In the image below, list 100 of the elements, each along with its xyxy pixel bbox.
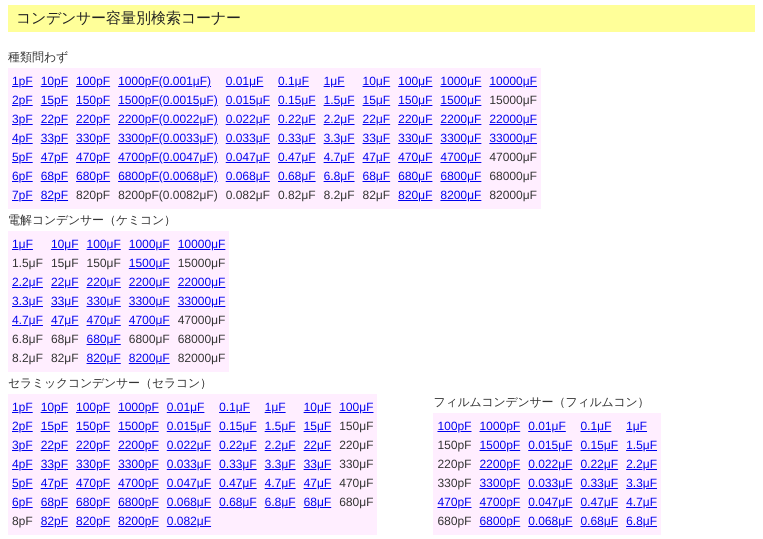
capacitance-link[interactable]: 4pF	[12, 457, 33, 471]
capacitance-link[interactable]: 0.47μF	[278, 150, 316, 164]
capacitance-link[interactable]: 1000pF	[118, 400, 159, 414]
capacitance-link[interactable]: 33μF	[50, 294, 79, 308]
capacitance-link[interactable]: 6pF	[12, 495, 33, 509]
capacitance-link[interactable]: 0.33μF	[278, 131, 316, 145]
capacitance-link[interactable]: 1.5μF	[626, 438, 658, 452]
capacitance-link[interactable]: 4.7μF	[324, 150, 355, 164]
capacitance-link[interactable]: 220pF	[76, 112, 110, 126]
capacitance-link[interactable]: 10000μF	[489, 74, 537, 88]
capacitance-link[interactable]: 2.2μF	[12, 275, 43, 289]
capacitance-link[interactable]: 0.033μF	[166, 457, 212, 471]
capacitance-link[interactable]: 0.1μF	[278, 74, 309, 88]
capacitance-link[interactable]: 3300μF	[128, 294, 170, 308]
capacitance-link[interactable]: 1μF	[626, 419, 648, 433]
capacitance-link[interactable]: 8200pF	[118, 514, 159, 528]
capacitance-link[interactable]: 1500pF	[480, 438, 520, 452]
capacitance-link[interactable]: 0.047μF	[166, 476, 212, 490]
capacitance-link[interactable]: 150pF	[76, 419, 110, 433]
capacitance-link[interactable]: 3300pF	[480, 476, 520, 490]
capacitance-link[interactable]: 68μF	[362, 169, 390, 183]
capacitance-link[interactable]: 330μF	[86, 294, 121, 308]
capacitance-link[interactable]: 47μF	[50, 313, 79, 327]
capacitance-link[interactable]: 3.3μF	[264, 457, 296, 471]
capacitance-link[interactable]: 3.3μF	[324, 131, 355, 145]
capacitance-link[interactable]: 82pF	[40, 188, 68, 202]
capacitance-link[interactable]: 4.7μF	[264, 476, 296, 490]
capacitance-link[interactable]: 0.1μF	[580, 419, 612, 433]
capacitance-link[interactable]: 4700pF	[118, 476, 159, 490]
capacitance-link[interactable]: 220μF	[398, 112, 432, 126]
capacitance-link[interactable]: 6.8μF	[264, 495, 296, 509]
capacitance-link[interactable]: 10pF	[40, 74, 68, 88]
capacitance-link[interactable]: 0.01μF	[166, 400, 204, 414]
capacitance-link[interactable]: 0.022μF	[226, 112, 270, 126]
capacitance-link[interactable]: 47μF	[304, 476, 332, 490]
capacitance-link[interactable]: 0.082μF	[166, 514, 212, 528]
capacitance-link[interactable]: 220μF	[86, 275, 121, 289]
capacitance-link[interactable]: 22μF	[362, 112, 390, 126]
capacitance-link[interactable]: 4700pF	[480, 495, 520, 509]
capacitance-link[interactable]: 15pF	[40, 93, 68, 107]
capacitance-link[interactable]: 2pF	[12, 419, 33, 433]
capacitance-link[interactable]: 0.015μF	[226, 93, 270, 107]
capacitance-link[interactable]: 0.68μF	[278, 169, 316, 183]
capacitance-link[interactable]: 3.3μF	[12, 294, 43, 308]
capacitance-link[interactable]: 0.47μF	[580, 495, 618, 509]
capacitance-link[interactable]: 330pF	[76, 131, 110, 145]
capacitance-link[interactable]: 0.15μF	[219, 419, 257, 433]
capacitance-link[interactable]: 68pF	[40, 495, 68, 509]
capacitance-link[interactable]: 470μF	[398, 150, 432, 164]
capacitance-link[interactable]: 0.15μF	[278, 93, 316, 107]
capacitance-link[interactable]: 100μF	[86, 237, 121, 251]
capacitance-link[interactable]: 100pF	[76, 74, 110, 88]
capacitance-link[interactable]: 4pF	[12, 131, 33, 145]
capacitance-link[interactable]: 0.022μF	[166, 438, 212, 452]
capacitance-link[interactable]: 330μF	[398, 131, 432, 145]
capacitance-link[interactable]: 22μF	[304, 438, 332, 452]
capacitance-link[interactable]: 0.068μF	[226, 169, 270, 183]
capacitance-link[interactable]: 2200pF	[480, 457, 520, 471]
capacitance-link[interactable]: 47pF	[40, 476, 68, 490]
capacitance-link[interactable]: 6.8μF	[626, 514, 658, 528]
capacitance-link[interactable]: 1500μF	[440, 93, 482, 107]
capacitance-link[interactable]: 1500pF	[118, 419, 159, 433]
capacitance-link[interactable]: 33pF	[40, 131, 68, 145]
capacitance-link[interactable]: 100pF	[437, 419, 472, 433]
capacitance-link[interactable]: 0.068μF	[528, 514, 572, 528]
capacitance-link[interactable]: 0.22μF	[219, 438, 257, 452]
capacitance-link[interactable]: 10000μF	[178, 237, 226, 251]
capacitance-link[interactable]: 150pF	[76, 93, 110, 107]
capacitance-link[interactable]: 4700μF	[440, 150, 482, 164]
capacitance-link[interactable]: 2200μF	[128, 275, 170, 289]
capacitance-link[interactable]: 6800pF	[480, 514, 520, 528]
capacitance-link[interactable]: 1000μF	[440, 74, 482, 88]
capacitance-link[interactable]: 0.015μF	[528, 438, 572, 452]
capacitance-link[interactable]: 2200pF(0.0022μF)	[118, 112, 218, 126]
capacitance-link[interactable]: 470pF	[76, 150, 110, 164]
capacitance-link[interactable]: 6pF	[12, 169, 33, 183]
capacitance-link[interactable]: 0.33μF	[580, 476, 618, 490]
capacitance-link[interactable]: 10pF	[40, 400, 68, 414]
capacitance-link[interactable]: 1μF	[264, 400, 286, 414]
capacitance-link[interactable]: 1.5μF	[324, 93, 355, 107]
capacitance-link[interactable]: 47μF	[362, 150, 390, 164]
capacitance-link[interactable]: 33pF	[40, 457, 68, 471]
capacitance-link[interactable]: 6.8μF	[324, 169, 355, 183]
capacitance-link[interactable]: 1pF	[12, 400, 33, 414]
capacitance-link[interactable]: 8200μF	[440, 188, 482, 202]
capacitance-link[interactable]: 4.7μF	[626, 495, 658, 509]
capacitance-link[interactable]: 15μF	[362, 93, 390, 107]
capacitance-link[interactable]: 68pF	[40, 169, 68, 183]
capacitance-link[interactable]: 100pF	[76, 400, 110, 414]
capacitance-link[interactable]: 33μF	[304, 457, 332, 471]
capacitance-link[interactable]: 470μF	[86, 313, 121, 327]
capacitance-link[interactable]: 820μF	[398, 188, 432, 202]
capacitance-link[interactable]: 2200μF	[440, 112, 482, 126]
capacitance-link[interactable]: 0.68μF	[580, 514, 618, 528]
capacitance-link[interactable]: 100μF	[398, 74, 432, 88]
capacitance-link[interactable]: 680μF	[398, 169, 432, 183]
capacitance-link[interactable]: 10μF	[304, 400, 332, 414]
capacitance-link[interactable]: 22000μF	[178, 275, 226, 289]
capacitance-link[interactable]: 1500pF(0.0015μF)	[118, 93, 218, 107]
capacitance-link[interactable]: 3pF	[12, 112, 33, 126]
